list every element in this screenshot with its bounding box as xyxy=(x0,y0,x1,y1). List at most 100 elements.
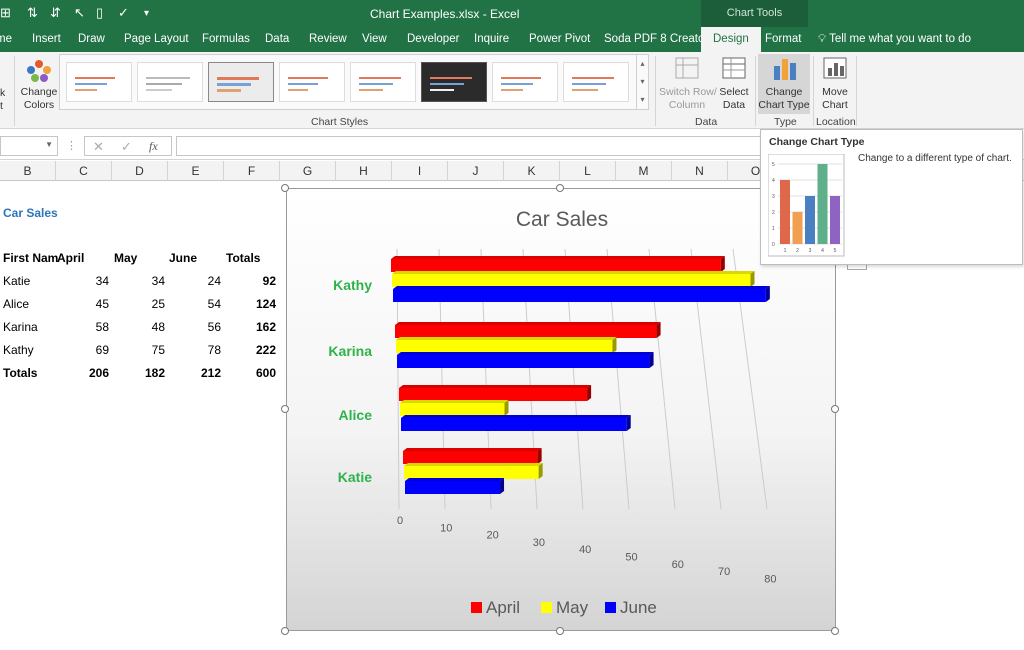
table-cell[interactable]: 24 xyxy=(172,274,221,288)
name-box[interactable]: ▼ xyxy=(0,136,58,156)
gallery-down-icon[interactable]: ▾ xyxy=(637,73,648,91)
column-header-h[interactable]: H xyxy=(336,161,392,181)
gallery-more-icon[interactable]: ▾ xyxy=(637,91,648,109)
resize-handle-w[interactable] xyxy=(281,405,289,413)
table-cell[interactable]: Katie xyxy=(3,274,30,288)
tab-inquire[interactable]: Inquire xyxy=(474,27,509,52)
table-cell[interactable]: 206 xyxy=(60,366,109,380)
enter-icon[interactable]: ✓ xyxy=(121,139,132,155)
table-cell[interactable]: 34 xyxy=(60,274,109,288)
table-cell[interactable]: 124 xyxy=(226,297,276,311)
tell-me-box[interactable]: 💡︎ Tell me what you want to do xyxy=(818,27,971,52)
customize-quick-access-icon[interactable]: ▾ xyxy=(144,8,149,19)
tab-power-pivot[interactable]: Power Pivot xyxy=(529,27,590,52)
chart-style-2[interactable] xyxy=(137,62,203,102)
move-chart-button[interactable]: Move Chart xyxy=(816,56,854,114)
table-cell[interactable]: 182 xyxy=(116,366,165,380)
header-may[interactable]: May xyxy=(114,251,137,265)
table-cell[interactable]: Kathy xyxy=(3,343,34,357)
gallery-up-icon[interactable]: ▴ xyxy=(637,55,648,73)
tab-formulas[interactable]: Formulas xyxy=(202,27,250,52)
table-cell[interactable]: 92 xyxy=(226,274,276,288)
tab-data[interactable]: Data xyxy=(265,27,289,52)
change-chart-type-button[interactable]: Change Chart Type xyxy=(758,54,810,114)
resize-handle-s[interactable] xyxy=(556,627,564,635)
quick-layout-label-partial-2[interactable]: t xyxy=(0,100,3,113)
column-header-g[interactable]: G xyxy=(280,161,336,181)
resize-handle-nw[interactable] xyxy=(281,184,289,192)
column-header-l[interactable]: L xyxy=(560,161,616,181)
change-colors-button[interactable]: Change Colors xyxy=(19,56,59,116)
chart-style-3[interactable] xyxy=(208,62,274,102)
tab-review[interactable]: Review xyxy=(309,27,347,52)
table-cell[interactable]: 69 xyxy=(60,343,109,357)
select-data-button[interactable]: Select Data xyxy=(716,56,752,114)
tab-design[interactable]: Design xyxy=(701,27,761,52)
column-header-k[interactable]: K xyxy=(504,161,560,181)
chart-style-1[interactable] xyxy=(66,62,132,102)
tab-draw[interactable]: Draw xyxy=(78,27,105,52)
chart-style-8[interactable] xyxy=(563,62,629,102)
name-box-dropdown-icon[interactable]: ▼ xyxy=(45,140,53,149)
column-header-e[interactable]: E xyxy=(168,161,224,181)
sort-descending-icon[interactable]: ⇵ xyxy=(50,5,61,21)
table-cell[interactable]: 45 xyxy=(60,297,109,311)
insert-function-icon[interactable]: fx xyxy=(149,139,158,154)
column-header-m[interactable]: M xyxy=(616,161,672,181)
tab-insert[interactable]: Insert xyxy=(32,27,61,52)
table-cell[interactable]: Alice xyxy=(3,297,29,311)
header-totals[interactable]: Totals xyxy=(226,251,260,265)
chart-style-4[interactable] xyxy=(279,62,345,102)
totals-label[interactable]: Totals xyxy=(3,366,37,380)
table-cell[interactable]: 222 xyxy=(226,343,276,357)
new-document-icon[interactable]: ▯ xyxy=(96,5,103,21)
sort-ascending-icon[interactable]: ⇅ xyxy=(27,5,38,21)
table-cell[interactable]: 34 xyxy=(116,274,165,288)
table-cell[interactable]: 75 xyxy=(116,343,165,357)
resize-handle-sw[interactable] xyxy=(281,627,289,635)
chart-style-6[interactable] xyxy=(421,62,487,102)
table-cell[interactable]: 162 xyxy=(226,320,276,334)
table-cell[interactable]: 54 xyxy=(172,297,221,311)
column-header-n[interactable]: N xyxy=(672,161,728,181)
chart-style-7[interactable] xyxy=(492,62,558,102)
lightbulb-icon: 💡︎ xyxy=(818,33,827,45)
tab-format[interactable]: Format xyxy=(765,27,801,52)
gallery-scroll[interactable]: ▴ ▾ ▾ xyxy=(636,55,648,109)
table-cell[interactable]: 25 xyxy=(116,297,165,311)
header-april[interactable]: April xyxy=(57,251,84,265)
spelling-icon[interactable]: ✓ xyxy=(118,5,129,21)
tab-view[interactable]: View xyxy=(362,27,387,52)
column-header-b[interactable]: B xyxy=(0,161,56,181)
table-cell[interactable]: 212 xyxy=(172,366,221,380)
resize-handle-se[interactable] xyxy=(831,627,839,635)
resize-handle-n[interactable] xyxy=(556,184,564,192)
chart-styles-gallery[interactable]: ▴ ▾ ▾ xyxy=(59,54,649,110)
sheet-title[interactable]: Car Sales xyxy=(3,206,58,220)
column-header-f[interactable]: F xyxy=(224,161,280,181)
tab-home[interactable]: me xyxy=(0,27,12,52)
column-header-i[interactable]: I xyxy=(392,161,448,181)
pointer-icon[interactable]: ↖ xyxy=(74,5,85,21)
header-first-name[interactable]: First Nam xyxy=(3,251,59,265)
table-cell[interactable]: Karina xyxy=(3,320,38,334)
column-header-j[interactable]: J xyxy=(448,161,504,181)
tab-soda-pdf[interactable]: Soda PDF 8 Creator xyxy=(604,27,708,52)
table-cell[interactable]: 78 xyxy=(172,343,221,357)
tab-developer[interactable]: Developer xyxy=(407,27,459,52)
resize-handle-e[interactable] xyxy=(831,405,839,413)
column-header-c[interactable]: C xyxy=(56,161,112,181)
table-cell[interactable]: 58 xyxy=(60,320,109,334)
table-cell[interactable]: 48 xyxy=(116,320,165,334)
table-cell[interactable]: 600 xyxy=(226,366,276,380)
chart-object[interactable]: Car Sales Kathy Karina Alice Katie 0 10 20 30 40 5… xyxy=(286,188,836,631)
table-cell[interactable]: 56 xyxy=(172,320,221,334)
header-june[interactable]: June xyxy=(169,251,197,265)
column-header-d[interactable]: D xyxy=(112,161,168,181)
quick-layout-label-partial[interactable]: k xyxy=(0,87,5,100)
quick-access-icon[interactable]: ⊞ xyxy=(0,5,11,21)
tab-page-layout[interactable]: Page Layout xyxy=(124,27,189,52)
switch-row-column-button[interactable]: Switch Row/ Column xyxy=(659,56,717,114)
cancel-icon[interactable]: ✕ xyxy=(93,139,104,155)
chart-style-5[interactable] xyxy=(350,62,416,102)
